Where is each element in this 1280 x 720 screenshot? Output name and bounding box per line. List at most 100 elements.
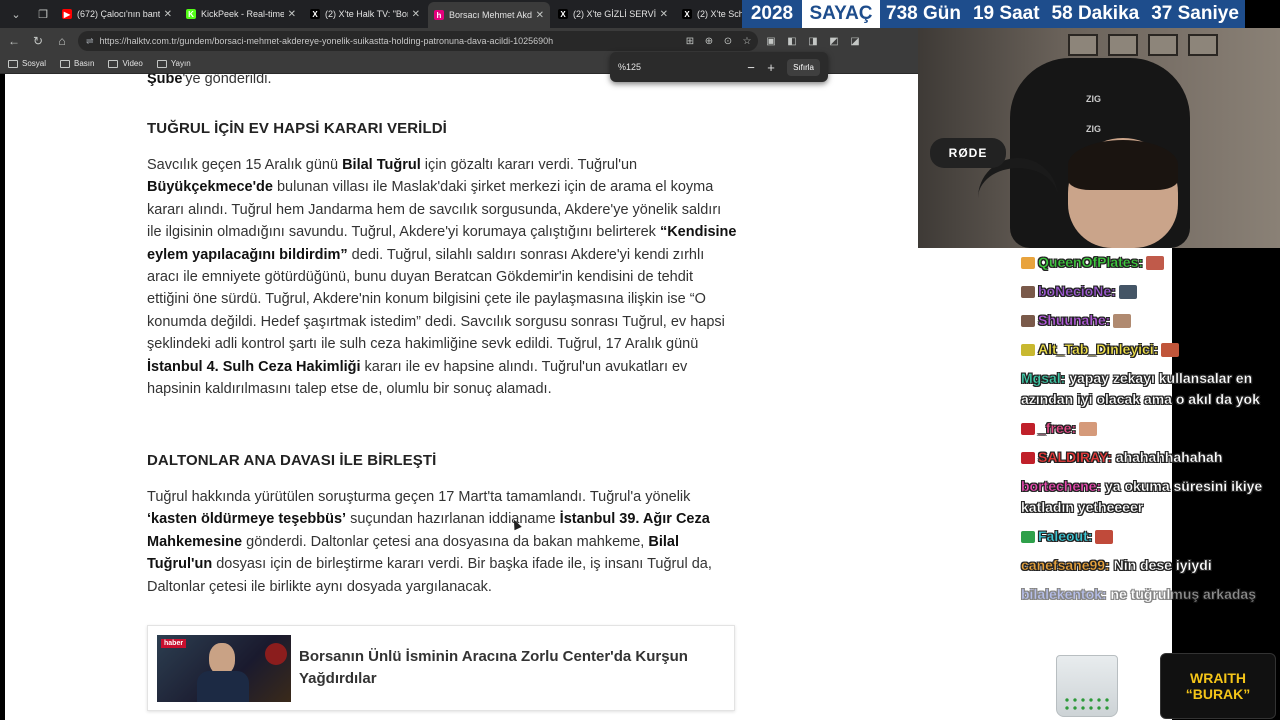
chat-emote-icon: [1079, 422, 1098, 437]
bookmark-label: Yayın: [170, 59, 191, 68]
chat-text: ne tuğrulmuş arkadaş: [1110, 586, 1256, 602]
counter-seconds: 37 Saniye: [1145, 0, 1245, 28]
translate-icon[interactable]: ⊙: [720, 33, 736, 49]
extension-icon[interactable]: ▣: [763, 33, 779, 49]
bold-text: İstanbul 4. Sulh Ceza Hakimliği: [147, 358, 361, 375]
bookmark-label: Basın: [74, 59, 95, 68]
section-heading: TUĞRUL İÇİN EV HAPSİ KARARI VERİLDİ: [147, 120, 447, 137]
url-input[interactable]: ⇌ https://halktv.com.tr/gundem/borsaci-m…: [78, 31, 758, 51]
browser-tab[interactable]: K KickPeek - Real-time UR ✕: [180, 3, 302, 25]
chat-username[interactable]: Faleout:: [1038, 528, 1093, 544]
chat-username[interactable]: bilalekentok:: [1021, 586, 1107, 602]
user-badge-icon: [1021, 423, 1035, 436]
bold-text: ‘kasten öldürmeye teşebbüs’: [147, 511, 347, 528]
chat-username[interactable]: _free:: [1038, 420, 1076, 436]
back-arrow-icon[interactable]: ←: [4, 31, 24, 51]
thumb-badge: [265, 642, 287, 665]
wall-frame: [1188, 34, 1218, 56]
wall-frame: [1148, 34, 1178, 56]
bookmark-label: Video: [122, 59, 143, 68]
chat-username[interactable]: canefsane99:: [1021, 557, 1110, 573]
tab-close-icon[interactable]: ✕: [660, 9, 668, 20]
thumb-person-body: [197, 670, 249, 702]
chat-emote-icon: [1146, 256, 1165, 271]
zoom-in-button[interactable]: +: [761, 60, 781, 75]
bookmark-folder-sosyal[interactable]: Sosyal: [8, 59, 46, 68]
chat-feed: QueenOfPlates: boNecioNe: Shuunahe: Alt_Tab…: [1021, 252, 1277, 613]
chat-username[interactable]: Mgsal:: [1021, 370, 1066, 386]
chat-message: QueenOfPlates:: [1021, 252, 1277, 273]
extension-icon[interactable]: ◪: [847, 33, 863, 49]
chat-username[interactable]: SALDIRAY:: [1038, 449, 1112, 465]
browser-tab[interactable]: X (2) X'te Halk TV: "Borsac ✕: [304, 3, 426, 25]
text: için gözaltı kararı verdi. Tuğrul'un: [420, 157, 638, 173]
emote-beans: [1063, 696, 1111, 712]
counter-year: 2028: [742, 0, 802, 28]
tab-title: (672) Çalocı'nın bantları: [77, 9, 160, 19]
extension-icon[interactable]: ◨: [805, 33, 821, 49]
related-article-card[interactable]: haber Borsanın Ünlü İsminin Aracına Zorl…: [147, 625, 735, 711]
wall-frame: [1108, 34, 1138, 56]
chat-username[interactable]: Shuunahe:: [1038, 312, 1111, 328]
related-article-title[interactable]: Borsanın Ünlü İsminin Aracına Zorlu Cent…: [299, 646, 734, 690]
site-info-icon[interactable]: ⇌: [86, 36, 94, 47]
tabs-container: ▶ (672) Çalocı'nın bantları ✕ K KickPeek - R…: [54, 0, 798, 28]
extension-icon[interactable]: ◩: [826, 33, 842, 49]
zoom-icon[interactable]: ⊕: [701, 33, 717, 49]
streamer-hair: [1068, 140, 1178, 190]
zoom-popup: %125 − + Sıfırla: [610, 52, 828, 82]
bookmark-folder-video[interactable]: Video: [108, 59, 143, 68]
browser-tab[interactable]: ▶ (672) Çalocı'nın bantları ✕: [56, 3, 178, 25]
chat-text: Nin dese iyiydi: [1113, 557, 1212, 573]
tab-favicon-icon: X: [310, 9, 320, 19]
paragraph: Savcılık geçen 15 Aralık günü Bilal Tuğr…: [147, 154, 737, 400]
chat-username[interactable]: Alt_Tab_Dinleyici:: [1038, 341, 1159, 357]
browser-tab[interactable]: X (2) X'te GİZLİ SERVİS: "B ✕: [552, 3, 674, 25]
microphone: RØDE: [930, 138, 1006, 168]
sponsor-line-2: “BURAK”: [1185, 686, 1251, 702]
tab-groups-icon[interactable]: ❐: [32, 3, 54, 25]
chat-message: bilalekentok: ne tuğrulmuş arkadaş: [1021, 584, 1277, 605]
tab-close-icon[interactable]: ✕: [288, 9, 296, 20]
chat-message: boNecioNe:: [1021, 281, 1277, 302]
zoom-reset-button[interactable]: Sıfırla: [787, 58, 820, 76]
channel-logo: haber: [161, 638, 187, 648]
folder-icon: [60, 59, 71, 68]
chat-username[interactable]: bortechene:: [1021, 478, 1101, 494]
sponsor-badge: WRAITH “BURAK”: [1160, 653, 1276, 719]
bookmark-star-icon[interactable]: ☆: [739, 33, 755, 49]
text: Savcılık geçen 15 Aralık günü: [147, 157, 343, 173]
text: gönderdi. Daltonlar çetesi ana dosyasına…: [242, 533, 649, 550]
tab-close-icon[interactable]: ✕: [164, 9, 172, 20]
text: 'ye gönderildi.: [182, 74, 272, 87]
text: suçundan hazırlanan iddianame: [346, 511, 560, 528]
bold-text: Şube: [147, 74, 183, 87]
tab-favicon-icon: K: [186, 9, 196, 19]
text: dosyası için de birleştirme kararı verdi…: [147, 556, 712, 595]
tab-search-chevron-icon[interactable]: ⌄: [5, 3, 27, 25]
extension-icon[interactable]: ◧: [784, 33, 800, 49]
install-app-icon[interactable]: ⊞: [682, 33, 698, 49]
zoom-out-button[interactable]: −: [741, 60, 761, 75]
chat-emote-icon: [1113, 314, 1132, 329]
chat-message: canefsane99: Nin dese iyiydi: [1021, 555, 1277, 576]
bookmark-folder-yayin[interactable]: Yayın: [156, 59, 191, 68]
folder-icon: [156, 59, 167, 68]
tab-favicon-icon: X: [558, 9, 568, 19]
tab-title: Borsacı Mehmet Akdere: [449, 10, 532, 20]
chat-text: ahahahhahahah: [1115, 449, 1223, 465]
chat-username[interactable]: QueenOfPlates:: [1038, 254, 1143, 270]
home-icon[interactable]: ⌂: [52, 31, 72, 51]
bookmark-folder-basin[interactable]: Basın: [60, 59, 94, 68]
zoom-level: %125: [618, 62, 642, 72]
reload-icon[interactable]: ↻: [28, 31, 48, 51]
user-badge-icon: [1021, 531, 1035, 544]
chat-username[interactable]: boNecioNe:: [1038, 283, 1116, 299]
browser-tab[interactable]: h Borsacı Mehmet Akdere ✕: [428, 2, 550, 28]
user-badge-icon: [1021, 452, 1035, 465]
thumb-person: [209, 642, 235, 675]
tab-close-icon[interactable]: ✕: [536, 10, 544, 21]
paragraph: Tuğrul hakkında yürütülen soruşturma geç…: [147, 486, 737, 598]
counter-hours: 19 Saat: [966, 0, 1046, 28]
tab-close-icon[interactable]: ✕: [412, 9, 420, 20]
